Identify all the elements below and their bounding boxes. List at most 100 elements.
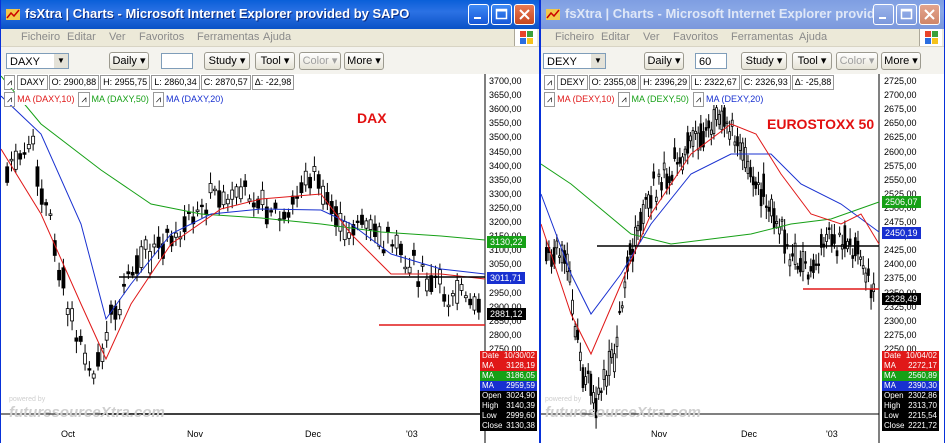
ma20-value-box: 2450,19: [882, 227, 921, 239]
menu-tools[interactable]: Ferramentas: [731, 31, 793, 43]
candle: [613, 343, 616, 378]
symbol-combo[interactable]: DEXY ▼: [543, 53, 606, 69]
legend-ma10[interactable]: MA (DAXY,10): [17, 94, 74, 104]
symbol-value: DEXY: [547, 56, 577, 68]
legend-ma50[interactable]: MA (DEXY,50): [632, 94, 689, 104]
price-chart[interactable]: ⩘ DAXY O: 2900,88 H: 2955,75 L: 2860,34 C: 28…: [1, 74, 539, 443]
candle: [295, 185, 300, 208]
interval-input[interactable]: 60: [695, 53, 727, 69]
menu-tools[interactable]: Ferramentas: [197, 31, 259, 43]
candle: [675, 152, 679, 176]
menu-view[interactable]: Ver: [643, 31, 660, 43]
tool-button[interactable]: Tool ▾: [792, 52, 832, 70]
data-window: Date 10/04/02 MA 2272,17 MA 2560,89 MA 2390,…: [882, 351, 939, 431]
close-button[interactable]: [514, 4, 535, 25]
color-button[interactable]: Color ▾: [299, 52, 341, 70]
legend-ma20[interactable]: MA (DAXY,20): [166, 94, 223, 104]
candle: [208, 172, 213, 199]
candle: [178, 231, 183, 248]
data-row-close: Close 3130,38: [480, 421, 537, 431]
symbol-value: DAXY: [10, 56, 40, 68]
menu-edit[interactable]: Editar: [67, 31, 96, 43]
study-label: Study: [208, 55, 237, 67]
quote-close: C: 2326,93: [740, 75, 791, 90]
candle: [861, 255, 865, 275]
candle: [581, 364, 585, 393]
candle: [143, 235, 148, 259]
candle: [412, 242, 416, 266]
quote-symbol: DAXY: [17, 75, 48, 90]
menu-bar: Ficheiro Editar Ver Favoritos Ferramenta…: [1, 29, 539, 46]
candle: [174, 221, 178, 246]
study-button[interactable]: Study ▾: [204, 52, 250, 70]
candle: [282, 208, 287, 224]
minimize-button[interactable]: [873, 4, 894, 25]
minimize-button[interactable]: [468, 4, 489, 25]
maximize-icon: [495, 8, 508, 20]
period-button[interactable]: Daily ▾: [109, 52, 149, 70]
period-button[interactable]: Daily ▾: [644, 52, 684, 70]
data-row-ma10: MA 2272,17: [882, 361, 939, 371]
symbol-combo[interactable]: DAXY ▼: [6, 53, 69, 69]
y-tick-label: 2475,00: [884, 217, 917, 227]
interval-input[interactable]: [161, 53, 193, 69]
close-button[interactable]: [919, 4, 940, 25]
candle: [814, 254, 818, 271]
more-button[interactable]: More ▾: [344, 52, 384, 70]
candle: [644, 193, 648, 210]
title-bar[interactable]: fsXtra | Charts - Microsoft Internet Exp…: [1, 0, 539, 29]
study-button[interactable]: Study ▾: [741, 52, 787, 70]
price-chart[interactable]: ⩘ DEXY O: 2355,08 H: 2396,29 L: 2322,67 C: 23…: [541, 74, 944, 443]
legend-ma10[interactable]: MA (DEXY,10): [557, 94, 614, 104]
candle: [712, 101, 716, 140]
y-tick-label: 3050,00: [489, 259, 522, 270]
candle: [867, 258, 870, 283]
candle: [668, 166, 671, 195]
candle: [835, 247, 839, 264]
menu-file[interactable]: Ficheiro: [21, 31, 60, 43]
more-button[interactable]: More ▾: [881, 52, 921, 70]
close-icon: [519, 9, 530, 20]
title-bar[interactable]: fsXtra | Charts - Microsoft Internet Exp…: [541, 0, 944, 29]
menu-favorites[interactable]: Favoritos: [139, 31, 184, 43]
candle: [35, 159, 40, 196]
candle: [754, 176, 758, 196]
tool-button[interactable]: Tool ▾: [255, 52, 295, 70]
y-tick-label: 3350,00: [489, 174, 522, 185]
menu-help[interactable]: Ajuda: [263, 31, 291, 43]
maximize-button[interactable]: [491, 4, 512, 25]
data-window: Date 10/30/02 MA 3128,19 MA 3186,05 MA 2959,…: [480, 351, 537, 431]
candle: [838, 226, 841, 238]
y-tick-label: 2600,00: [884, 146, 917, 157]
chart-toolbar: DEXY ▼ 60 Daily ▾ Study ▾ Tool ▾ Color ▾ …: [541, 46, 944, 76]
maximize-button[interactable]: [896, 4, 917, 25]
ma-icon: ⩘: [78, 92, 90, 107]
candle: [678, 147, 682, 167]
x-tick-label: Dec: [741, 429, 758, 439]
interval-value: 60: [699, 56, 712, 68]
y-tick-label: 2675,00: [884, 104, 917, 115]
candle: [660, 177, 663, 200]
candle: [230, 181, 235, 209]
y-tick-label: 3700,00: [489, 76, 522, 86]
candle: [843, 220, 847, 258]
menu-view[interactable]: Ver: [109, 31, 126, 43]
menu-bar: Ficheiro Editar Ver Favoritos Ferramenta…: [541, 29, 944, 46]
candle: [854, 232, 857, 262]
color-button[interactable]: Color ▾: [836, 52, 878, 70]
candle: [636, 220, 640, 241]
candle: [681, 152, 684, 175]
legend-ma50[interactable]: MA (DAXY,50): [92, 94, 149, 104]
menu-file[interactable]: Ficheiro: [555, 31, 594, 43]
candle: [767, 200, 771, 223]
candle: [856, 230, 860, 265]
menu-help[interactable]: Ajuda: [799, 31, 827, 43]
candle: [736, 127, 739, 157]
candle: [709, 121, 713, 146]
menu-favorites[interactable]: Favoritos: [673, 31, 718, 43]
menu-edit[interactable]: Editar: [601, 31, 630, 43]
app-icon: [546, 9, 560, 20]
legend-ma20[interactable]: MA (DEXY,20): [706, 94, 763, 104]
candle: [22, 142, 27, 159]
candle: [199, 198, 204, 218]
